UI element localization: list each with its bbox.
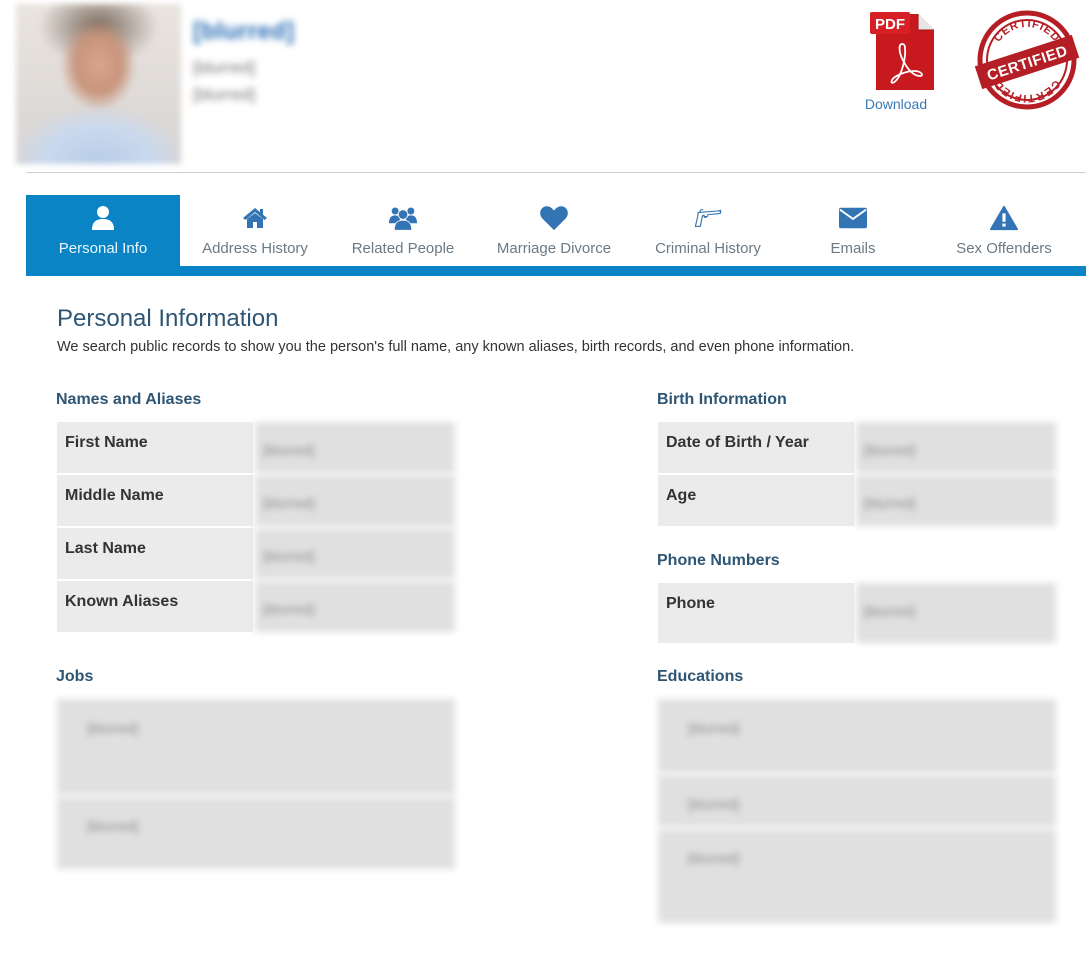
row-value: [blurred]	[255, 581, 455, 632]
gun-icon	[694, 204, 722, 232]
section-tabs: Personal Info Address History Related Pe…	[26, 195, 1086, 266]
list-item: [blurred]	[57, 699, 455, 797]
table-row: Age [blurred]	[658, 475, 1056, 528]
address-line-1: [blurred]	[193, 58, 256, 77]
tab-label: Marriage Divorce	[496, 240, 612, 257]
tab-address-history[interactable]: Address History	[180, 195, 330, 266]
user-icon	[89, 204, 117, 232]
row-value: [blurred]	[255, 528, 455, 579]
tab-underline-bar	[26, 266, 1086, 276]
tab-sex-offenders[interactable]: Sex Offenders	[922, 195, 1086, 266]
birth-info-title: Birth Information	[657, 391, 787, 408]
row-value: [blurred]	[856, 583, 1056, 643]
download-label[interactable]: Download	[850, 96, 942, 112]
tab-label: Address History	[202, 240, 308, 257]
educations-list: [blurred] [blurred] [blurred]	[658, 699, 1056, 925]
heart-icon	[540, 204, 568, 232]
row-value: [blurred]	[856, 475, 1056, 526]
page-title: Personal Information	[57, 305, 279, 332]
tab-label: Related People	[351, 240, 455, 257]
tab-criminal-history[interactable]: Criminal History	[632, 195, 784, 266]
address-line-2: [blurred]	[193, 85, 256, 104]
page-description: We search public records to show you the…	[57, 339, 855, 355]
pdf-download-button[interactable]: PDF Download	[850, 8, 942, 118]
row-value: [blurred]	[255, 422, 455, 473]
row-label: Phone	[658, 583, 856, 643]
table-row: Middle Name [blurred]	[57, 475, 455, 528]
tab-label: Emails	[830, 240, 876, 257]
table-row: Phone [blurred]	[658, 583, 1056, 645]
users-icon	[389, 204, 417, 232]
birth-info-table: Date of Birth / Year [blurred] Age [blur…	[658, 422, 1056, 528]
phone-numbers-table: Phone [blurred]	[658, 583, 1056, 645]
row-label: Date of Birth / Year	[658, 422, 856, 473]
row-label: Known Aliases	[57, 581, 255, 632]
tab-label: Criminal History	[655, 240, 761, 257]
profile-header: [blurred] [blurred] [blurred] PDF Downlo…	[0, 0, 1090, 172]
warning-icon	[990, 204, 1018, 232]
list-item: [blurred]	[658, 775, 1056, 829]
table-row: Last Name [blurred]	[57, 528, 455, 581]
jobs-title: Jobs	[56, 668, 94, 685]
header-divider	[26, 172, 1086, 173]
names-aliases-title: Names and Aliases	[56, 391, 202, 408]
tab-emails[interactable]: Emails	[784, 195, 922, 266]
profile-photo	[16, 4, 181, 164]
row-value: [blurred]	[856, 422, 1056, 473]
envelope-icon	[839, 204, 867, 232]
list-item: [blurred]	[57, 797, 455, 871]
tab-personal-info[interactable]: Personal Info	[26, 195, 180, 266]
row-value: [blurred]	[255, 475, 455, 526]
tab-marriage-divorce[interactable]: Marriage Divorce	[476, 195, 632, 266]
pdf-badge-text: PDF	[875, 16, 905, 33]
tab-label: Sex Offenders	[956, 240, 1052, 257]
table-row: Known Aliases [blurred]	[57, 581, 455, 634]
certified-stamp-icon: CERTIFIED CERTIFIED CERTIFIED	[974, 10, 1080, 110]
jobs-list: [blurred] [blurred]	[57, 699, 455, 871]
home-icon	[241, 204, 269, 232]
tab-related-people[interactable]: Related People	[330, 195, 476, 266]
table-row: Date of Birth / Year [blurred]	[658, 422, 1056, 475]
list-item: [blurred]	[658, 829, 1056, 925]
tab-label: Personal Info	[58, 240, 148, 257]
pdf-file-icon: PDF	[870, 12, 934, 90]
phone-numbers-title: Phone Numbers	[657, 552, 780, 569]
row-label: Last Name	[57, 528, 255, 579]
educations-title: Educations	[657, 668, 744, 685]
row-label: Age	[658, 475, 856, 526]
names-aliases-table: First Name [blurred] Middle Name [blurre…	[57, 422, 455, 634]
table-row: First Name [blurred]	[57, 422, 455, 475]
list-item: [blurred]	[658, 699, 1056, 775]
person-name: [blurred]	[193, 18, 295, 45]
row-label: First Name	[57, 422, 255, 473]
row-label: Middle Name	[57, 475, 255, 526]
